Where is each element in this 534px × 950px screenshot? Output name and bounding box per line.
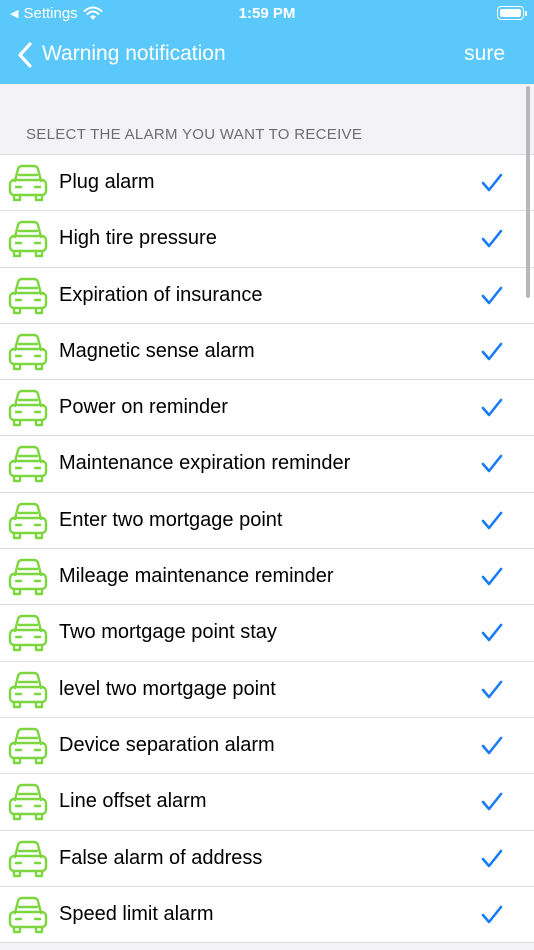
checkmark-icon [481, 229, 503, 248]
alarm-label: Speed limit alarm [59, 902, 214, 925]
checkmark-icon [481, 849, 503, 867]
alarm-label: Enter two mortgage point [59, 508, 283, 531]
alarm-label: High tire pressure [59, 227, 217, 250]
alarm-row[interactable]: Enter two mortgage point [0, 492, 534, 550]
sure-button[interactable]: sure [464, 42, 505, 66]
alarm-row[interactable]: level two mortgage point [0, 661, 534, 719]
checkmark-icon [481, 286, 503, 304]
alarm-label: Power on reminder [59, 396, 228, 419]
alarm-row[interactable]: Power on reminder [0, 380, 534, 437]
battery-icon [497, 6, 527, 20]
checkmark-icon [481, 736, 503, 755]
section-title: SELECT THE ALARM YOU WANT TO RECEIVE [26, 126, 363, 143]
scrollbar[interactable] [526, 86, 530, 298]
app-header: ◀ Settings 1:59 PM Warning notification … [0, 0, 534, 84]
alarm-label: Two mortgage point stay [59, 621, 277, 644]
alarm-label: Device separation alarm [59, 733, 275, 756]
status-bar: ◀ Settings 1:59 PM [0, 0, 534, 28]
alarm-row[interactable]: Expiration of insurance [0, 267, 534, 325]
alarm-label: Plug alarm [59, 171, 155, 193]
car-icon [8, 671, 48, 708]
status-time: 1:59 PM [238, 5, 296, 22]
checkmark-icon [481, 511, 503, 530]
alarm-row[interactable]: Mileage maintenance reminder [0, 549, 534, 606]
alarm-label: Expiration of insurance [59, 283, 263, 306]
alarm-list: Plug alarm High tire pressure Expiration… [0, 154, 534, 944]
nav-bar: Warning notification sure [0, 28, 534, 84]
alarm-label: Magnetic sense alarm [59, 339, 255, 362]
alarm-row[interactable]: False alarm of address [0, 830, 534, 888]
alarm-row[interactable]: Device separation alarm [0, 717, 534, 775]
alarm-label: False alarm of address [59, 846, 263, 869]
alarm-row[interactable]: Line offset alarm [0, 774, 534, 831]
alarm-label: level two mortgage point [59, 677, 276, 700]
car-icon [8, 221, 48, 258]
car-icon [8, 502, 48, 539]
car-icon [8, 389, 48, 427]
car-icon [8, 558, 48, 596]
checkmark-icon [481, 398, 503, 417]
alarm-label: Line offset alarm [59, 790, 207, 813]
car-icon [8, 277, 48, 314]
alarm-row[interactable]: Maintenance expiration reminder [0, 436, 534, 494]
car-icon [8, 164, 48, 202]
checkmark-icon [481, 455, 503, 473]
checkmark-icon [481, 680, 503, 698]
car-icon [8, 840, 48, 877]
section-header: SELECT THE ALARM YOU WANT TO RECEIVE [0, 84, 534, 154]
checkmark-icon [481, 792, 503, 811]
alarm-label: Mileage maintenance reminder [59, 565, 334, 588]
alarm-row[interactable]: High tire pressure [0, 211, 534, 268]
page-title: Warning notification [42, 42, 226, 65]
checkmark-icon [481, 567, 503, 586]
alarm-row[interactable]: Two mortgage point stay [0, 605, 534, 662]
car-icon [8, 727, 48, 765]
checkmark-icon [481, 342, 503, 361]
back-chevron-icon[interactable] [14, 40, 36, 70]
checkmark-icon [481, 905, 503, 924]
alarm-row[interactable]: Plug alarm [0, 155, 534, 212]
checkmark-icon [481, 173, 503, 192]
car-icon [8, 615, 48, 652]
alarm-row[interactable]: Magnetic sense alarm [0, 323, 534, 381]
checkmark-icon [481, 624, 503, 642]
alarm-row[interactable]: Speed limit alarm [0, 886, 534, 944]
car-icon [8, 896, 48, 934]
car-icon [8, 333, 48, 371]
alarm-label: Maintenance expiration reminder [59, 452, 351, 475]
car-icon [8, 784, 48, 821]
car-icon [8, 446, 48, 483]
